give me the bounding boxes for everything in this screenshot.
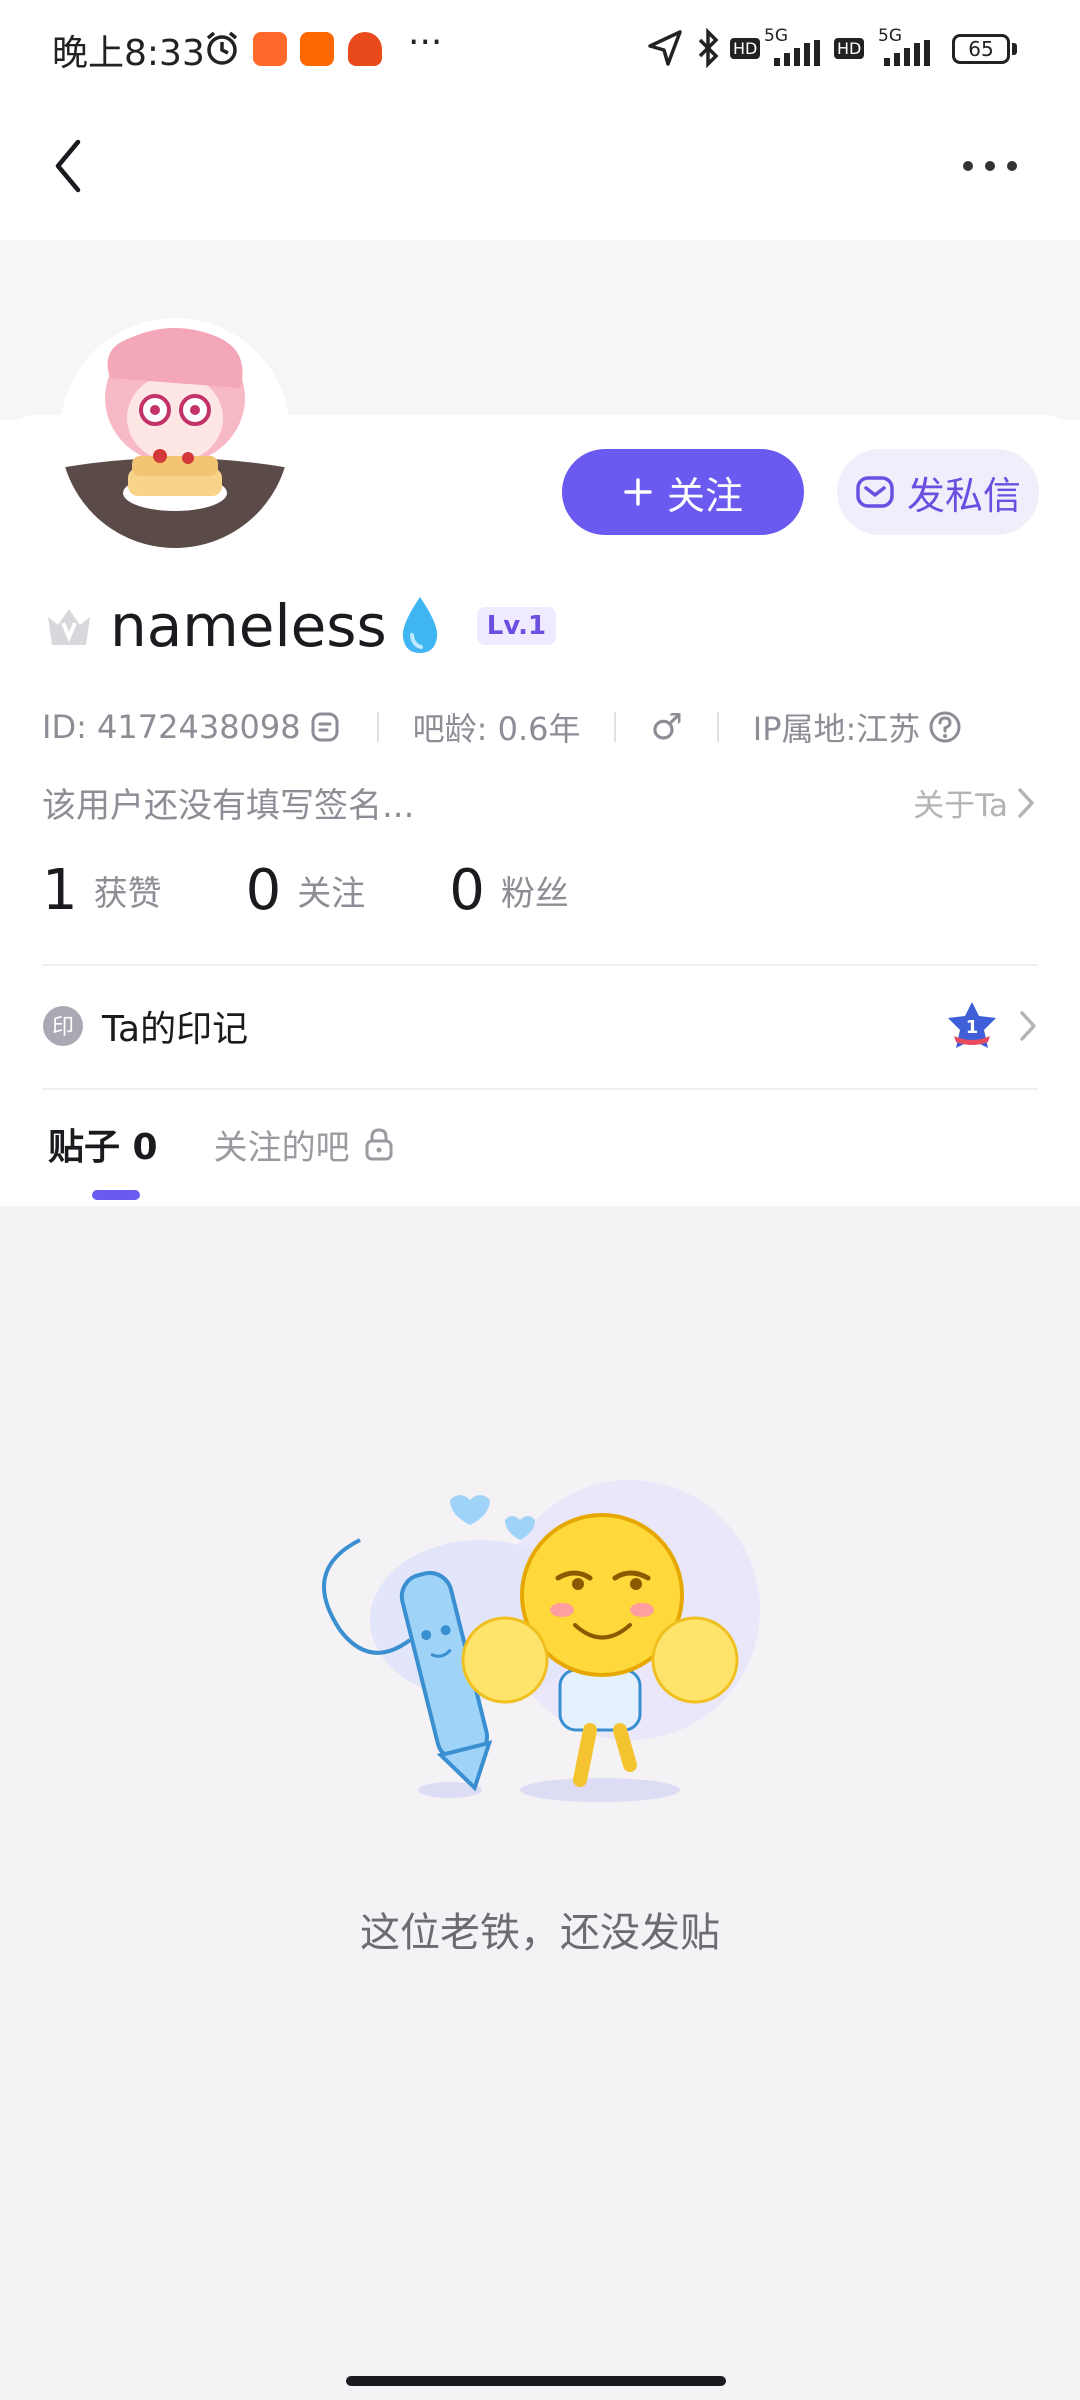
badge-number: 1 bbox=[966, 1017, 979, 1038]
tab-label: 关注的吧 bbox=[213, 1127, 350, 1168]
stat-label: 粉丝 bbox=[500, 874, 569, 914]
separator bbox=[614, 712, 617, 742]
avatar-image bbox=[60, 318, 290, 548]
crown-icon bbox=[48, 609, 90, 645]
badge-star-icon: 1 bbox=[948, 1002, 996, 1048]
status-bar: 晚上8:33 ··· HD 5G HD 5G 65 bbox=[0, 0, 1080, 100]
home-indicator[interactable] bbox=[346, 2376, 726, 2386]
tab-bar: 贴子 0 关注的吧 bbox=[48, 1118, 394, 1170]
location-icon bbox=[648, 30, 682, 66]
svg-text:印: 印 bbox=[52, 1015, 74, 1040]
signature: 该用户还没有填写签名... bbox=[42, 786, 415, 826]
stat-fans[interactable]: 0 粉丝 bbox=[449, 858, 569, 923]
tab-followed-bars[interactable]: 关注的吧 bbox=[214, 1120, 394, 1169]
about-link[interactable]: 关于Ta bbox=[913, 780, 1036, 825]
stat-following[interactable]: 0 关注 bbox=[246, 858, 366, 923]
app-notification-icon bbox=[253, 32, 287, 66]
lock-icon bbox=[365, 1128, 393, 1161]
stat-likes[interactable]: 1 获赞 bbox=[42, 858, 162, 923]
alarm-icon bbox=[206, 31, 238, 65]
stats-row: 1 获赞 0 关注 0 粉丝 bbox=[42, 858, 653, 923]
about-label: 关于Ta bbox=[913, 788, 1008, 824]
username: nameless bbox=[110, 592, 387, 660]
message-label: 发私信 bbox=[906, 473, 1021, 518]
avatar[interactable] bbox=[60, 318, 290, 548]
empty-illustration bbox=[322, 1480, 760, 1802]
battery-icon: 65 bbox=[952, 34, 1010, 64]
plus-icon bbox=[624, 478, 652, 506]
battery-level: 65 bbox=[968, 37, 994, 61]
stat-value: 0 bbox=[245, 858, 282, 923]
divider bbox=[42, 964, 1038, 966]
divider bbox=[42, 1088, 1038, 1090]
help-icon[interactable] bbox=[928, 710, 962, 744]
level-badge[interactable]: Lv.1 bbox=[476, 607, 557, 645]
status-time: 晚上8:33 bbox=[52, 33, 205, 74]
separator bbox=[376, 712, 379, 742]
gender-icon: ♂ bbox=[650, 706, 683, 748]
bluetooth-icon bbox=[698, 28, 719, 68]
copy-icon[interactable] bbox=[309, 710, 343, 744]
nav-bar bbox=[0, 100, 1080, 240]
signal-icon bbox=[774, 40, 820, 66]
more-notifications: ··· bbox=[408, 22, 443, 63]
empty-message: 这位老铁，还没发贴 bbox=[360, 1910, 720, 1956]
ip-location: IP属地:江苏 bbox=[752, 710, 921, 748]
stat-value: 0 bbox=[449, 858, 485, 923]
hd-badge: HD bbox=[834, 38, 865, 59]
message-icon bbox=[856, 476, 894, 508]
mi-notification-icon bbox=[300, 32, 334, 66]
battery-tip bbox=[1012, 43, 1017, 55]
tab-indicator bbox=[92, 1190, 140, 1200]
more-icon[interactable] bbox=[960, 158, 1020, 174]
hd-badge: HD bbox=[730, 38, 761, 59]
user-id: ID: 4172438098 bbox=[42, 708, 301, 746]
water-drop-icon bbox=[402, 597, 437, 653]
follow-label: 关注 bbox=[666, 473, 743, 518]
marks-label: Ta的印记 bbox=[102, 1009, 249, 1050]
signal-icon bbox=[884, 40, 930, 66]
back-icon[interactable] bbox=[48, 136, 88, 196]
name-row: nameless Lv.1 bbox=[44, 586, 557, 666]
stat-label: 关注 bbox=[297, 874, 366, 914]
marks-row[interactable]: 印 Ta的印记 1 bbox=[42, 990, 1038, 1062]
follow-button[interactable]: 关注 bbox=[562, 449, 804, 535]
seal-icon: 印 bbox=[43, 1006, 83, 1046]
stat-label: 获赞 bbox=[93, 874, 162, 914]
chevron-right-icon bbox=[1020, 1011, 1036, 1041]
message-button[interactable]: 发私信 bbox=[837, 449, 1039, 535]
chevron-right-icon bbox=[1018, 787, 1034, 818]
meta-row: ID: 4172438098 吧龄: 0.6年 ♂ IP属地:江苏 bbox=[42, 702, 962, 752]
bar-age: 吧龄: 0.6年 bbox=[412, 710, 581, 748]
stat-value: 1 bbox=[42, 858, 78, 923]
separator bbox=[716, 712, 719, 742]
app2-notification-icon bbox=[348, 32, 382, 66]
tab-posts[interactable]: 贴子 0 bbox=[48, 1118, 158, 1170]
